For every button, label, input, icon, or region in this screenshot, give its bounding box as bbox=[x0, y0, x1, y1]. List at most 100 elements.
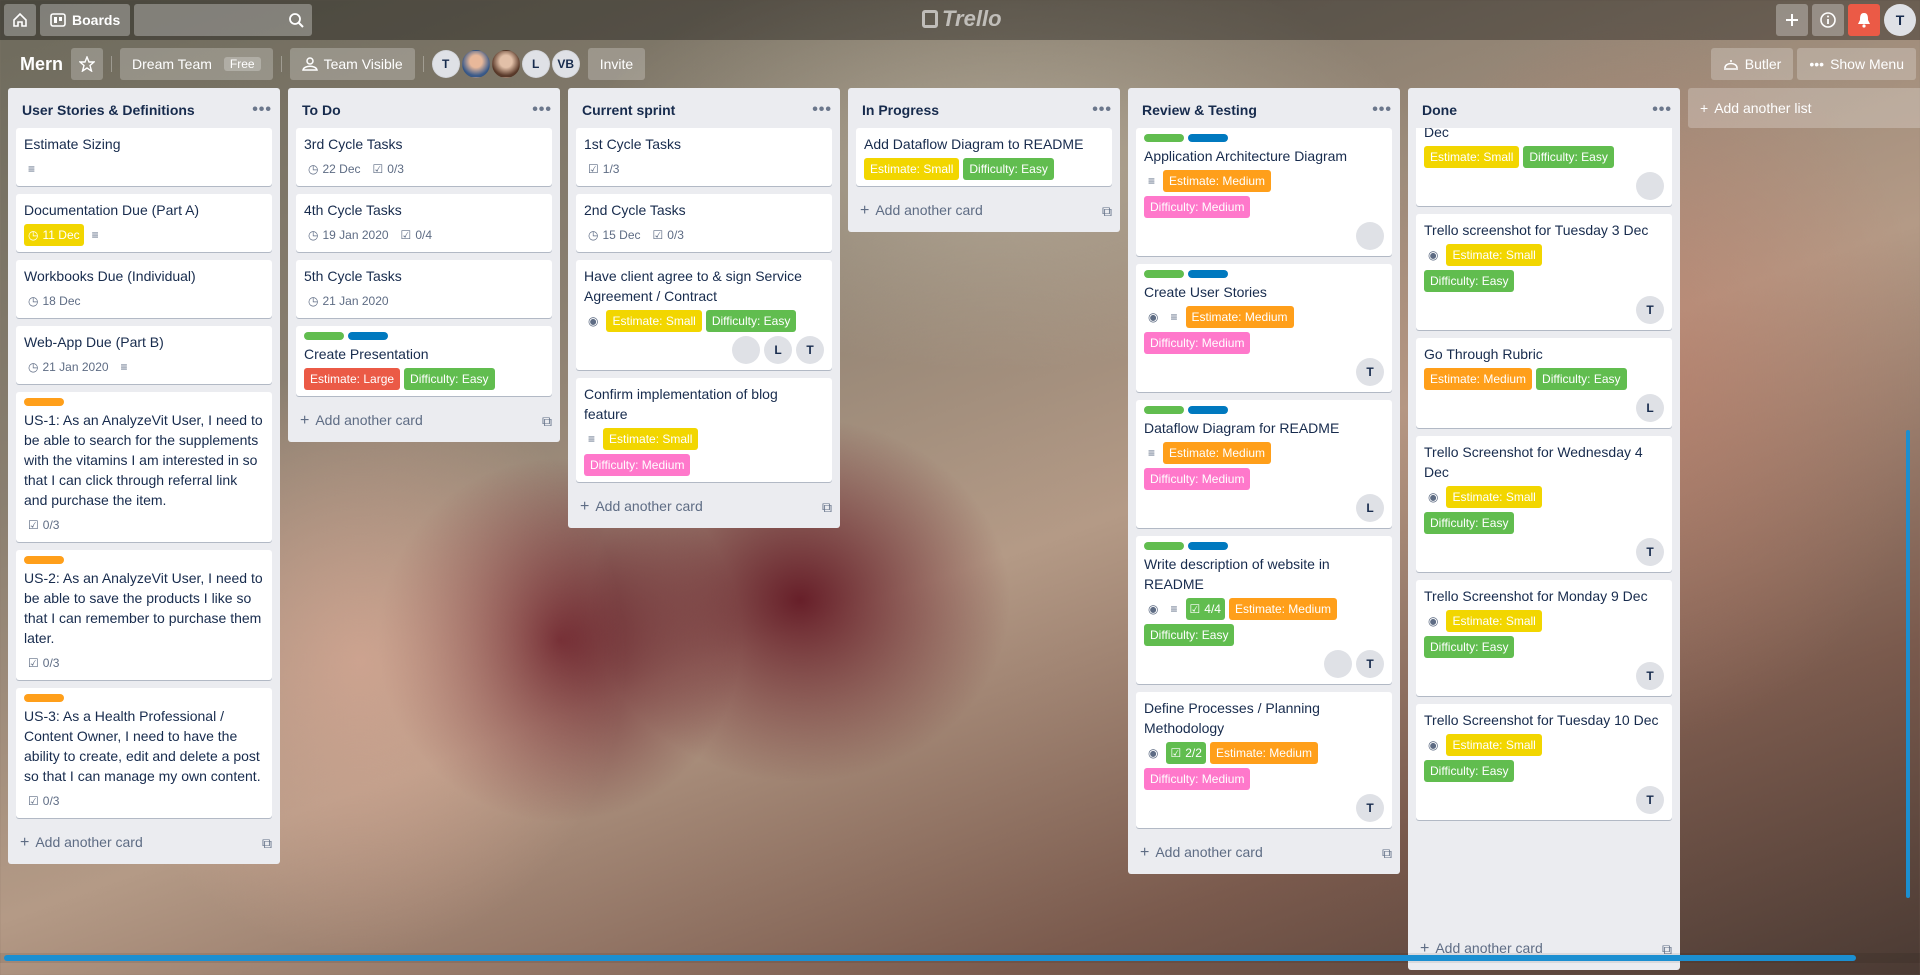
card[interactable]: Workbooks Due (Individual) ◷ 18 Dec bbox=[16, 260, 272, 318]
add-card-button[interactable]: + Add another card ⧉ bbox=[848, 194, 1120, 232]
card[interactable]: Create User Stories ◉ ≡ Estimate: Medium… bbox=[1136, 264, 1392, 392]
card[interactable]: Trello Screenshot for Monday 9 Dec ◉ Est… bbox=[1416, 580, 1672, 696]
invite-button[interactable]: Invite bbox=[587, 48, 646, 80]
member-photo-avatar[interactable] bbox=[491, 50, 520, 78]
trello-logo[interactable]: Trello bbox=[922, 6, 1002, 32]
card[interactable]: Dec Estimate: Small Difficulty: Easy bbox=[1416, 128, 1672, 206]
card[interactable]: Dataflow Diagram for README ≡ Estimate: … bbox=[1136, 400, 1392, 528]
list-title[interactable]: User Stories & Definitions bbox=[22, 102, 195, 118]
board-title[interactable]: Mern bbox=[8, 54, 71, 75]
member-avatar[interactable]: L bbox=[521, 50, 550, 78]
member-photo-avatar[interactable] bbox=[732, 336, 760, 364]
card-template-icon[interactable]: ⧉ bbox=[1382, 845, 1392, 862]
boards-button[interactable]: Boards bbox=[40, 4, 131, 36]
card[interactable]: Confirm implementation of blog feature ≡… bbox=[576, 378, 832, 482]
card[interactable]: Go Through Rubric Estimate: Medium Diffi… bbox=[1416, 338, 1672, 428]
info-button[interactable] bbox=[1812, 4, 1844, 36]
card[interactable]: US-2: As an AnalyzeVit User, I need to b… bbox=[16, 550, 272, 680]
card[interactable]: 4th Cycle Tasks ◷ 19 Jan 2020 ☑ 0/4 bbox=[296, 194, 552, 252]
visibility-button[interactable]: Team Visible bbox=[289, 48, 415, 80]
card[interactable]: 1st Cycle Tasks ☑ 1/3 bbox=[576, 128, 832, 186]
card-template-icon[interactable]: ⧉ bbox=[822, 499, 832, 516]
clock-icon: ◷ bbox=[308, 228, 319, 242]
list-header[interactable]: In Progress ••• bbox=[848, 88, 1120, 128]
card-template-icon[interactable]: ⧉ bbox=[542, 413, 552, 430]
difficulty-tag: Difficulty: Easy bbox=[1523, 146, 1614, 168]
team-button[interactable]: Dream Team Free bbox=[120, 48, 273, 80]
list-header[interactable]: Done ••• bbox=[1408, 88, 1680, 128]
card[interactable]: Write description of website in README ◉… bbox=[1136, 536, 1392, 684]
card[interactable]: Create Presentation Estimate: Large Diff… bbox=[296, 326, 552, 396]
member-avatar[interactable]: T bbox=[1636, 296, 1664, 324]
add-card-button[interactable]: + Add another card ⧉ bbox=[1128, 836, 1400, 874]
scrollbar-thumb[interactable] bbox=[4, 955, 1856, 961]
create-button[interactable] bbox=[1776, 4, 1808, 36]
list-scrollbar[interactable] bbox=[1906, 430, 1910, 898]
list-title[interactable]: Done bbox=[1422, 102, 1457, 118]
member-avatar[interactable]: VB bbox=[551, 50, 580, 78]
difficulty-tag: Difficulty: Easy bbox=[1144, 624, 1235, 646]
list-title[interactable]: In Progress bbox=[862, 102, 939, 118]
member-avatar[interactable]: T bbox=[1636, 786, 1664, 814]
card-template-icon[interactable]: ⧉ bbox=[1102, 203, 1112, 220]
list-title[interactable]: Review & Testing bbox=[1142, 102, 1257, 118]
card[interactable]: Web-App Due (Part B) ◷ 21 Jan 2020 ≡ bbox=[16, 326, 272, 384]
add-card-button[interactable]: + Add another card ⧉ bbox=[568, 490, 840, 528]
list-menu-icon[interactable]: ••• bbox=[1652, 101, 1672, 119]
add-card-button[interactable]: + Add another card ⧉ bbox=[288, 404, 560, 442]
member-avatar[interactable]: T bbox=[1356, 358, 1384, 386]
list-header[interactable]: To Do ••• bbox=[288, 88, 560, 128]
member-avatar[interactable]: T bbox=[1356, 794, 1384, 822]
list-menu-icon[interactable]: ••• bbox=[1372, 101, 1392, 119]
list-title[interactable]: Current sprint bbox=[582, 102, 675, 118]
show-menu-button[interactable]: ••• Show Menu bbox=[1797, 48, 1916, 80]
card[interactable]: 3rd Cycle Tasks ◷ 22 Dec ☑ 0/3 bbox=[296, 128, 552, 186]
card[interactable]: Documentation Due (Part A) ◷ 11 Dec ≡ bbox=[16, 194, 272, 252]
list-menu-icon[interactable]: ••• bbox=[1092, 101, 1112, 119]
card[interactable]: Trello screenshot for Tuesday 3 Dec ◉ Es… bbox=[1416, 214, 1672, 330]
notifications-button[interactable] bbox=[1848, 4, 1880, 36]
list-header[interactable]: Review & Testing ••• bbox=[1128, 88, 1400, 128]
card[interactable]: Application Architecture Diagram ≡ Estim… bbox=[1136, 128, 1392, 256]
member-avatar[interactable]: L bbox=[1356, 494, 1384, 522]
butler-button[interactable]: Butler bbox=[1710, 48, 1794, 80]
member-avatar[interactable]: T bbox=[796, 336, 824, 364]
list-header[interactable]: Current sprint ••• bbox=[568, 88, 840, 128]
card[interactable]: 5th Cycle Tasks ◷ 21 Jan 2020 bbox=[296, 260, 552, 318]
list-menu-icon[interactable]: ••• bbox=[532, 101, 552, 119]
star-button[interactable] bbox=[71, 48, 104, 80]
card[interactable]: Trello Screenshot for Tuesday 10 Dec ◉ E… bbox=[1416, 704, 1672, 820]
add-card-button[interactable]: + Add another card ⧉ bbox=[1408, 932, 1680, 970]
add-card-button[interactable]: + Add another card ⧉ bbox=[8, 826, 280, 864]
member-photo-avatar[interactable] bbox=[1324, 650, 1352, 678]
list-menu-icon[interactable]: ••• bbox=[252, 101, 272, 119]
card[interactable]: Have client agree to & sign Service Agre… bbox=[576, 260, 832, 370]
card[interactable]: 2nd Cycle Tasks ◷ 15 Dec ☑ 0/3 bbox=[576, 194, 832, 252]
card[interactable]: Estimate Sizing ≡ bbox=[16, 128, 272, 186]
card[interactable]: US-1: As an AnalyzeVit User, I need to b… bbox=[16, 392, 272, 542]
member-avatar[interactable]: L bbox=[764, 336, 792, 364]
card[interactable]: US-3: As a Health Professional / Content… bbox=[16, 688, 272, 818]
list-menu-icon[interactable]: ••• bbox=[812, 101, 832, 119]
member-avatar[interactable]: T bbox=[1636, 662, 1664, 690]
card-template-icon[interactable]: ⧉ bbox=[262, 835, 272, 852]
list-header[interactable]: User Stories & Definitions ••• bbox=[8, 88, 280, 128]
card[interactable]: Define Processes / Planning Methodology … bbox=[1136, 692, 1392, 828]
list-title[interactable]: To Do bbox=[302, 102, 341, 118]
card[interactable]: Trello Screenshot for Wednesday 4 Dec ◉ … bbox=[1416, 436, 1672, 572]
home-button[interactable] bbox=[4, 4, 36, 36]
card[interactable]: Add Dataflow Diagram to README Estimate:… bbox=[856, 128, 1112, 186]
add-list-button[interactable]: + Add another list bbox=[1688, 88, 1920, 128]
estimate-tag: Estimate: Medium bbox=[1209, 742, 1318, 764]
member-photo-avatar[interactable] bbox=[1636, 172, 1664, 200]
member-avatar[interactable]: T bbox=[1356, 650, 1384, 678]
member-avatar[interactable]: T bbox=[1636, 538, 1664, 566]
card-title: Go Through Rubric bbox=[1424, 346, 1543, 362]
member-avatar[interactable]: T bbox=[431, 50, 460, 78]
user-avatar[interactable]: T bbox=[1884, 4, 1916, 36]
search-input[interactable] bbox=[134, 4, 313, 36]
board-scrollbar[interactable] bbox=[0, 953, 1920, 963]
member-avatar[interactable]: L bbox=[1636, 394, 1664, 422]
member-photo-avatar[interactable] bbox=[461, 50, 490, 78]
member-photo-avatar[interactable] bbox=[1356, 222, 1384, 250]
